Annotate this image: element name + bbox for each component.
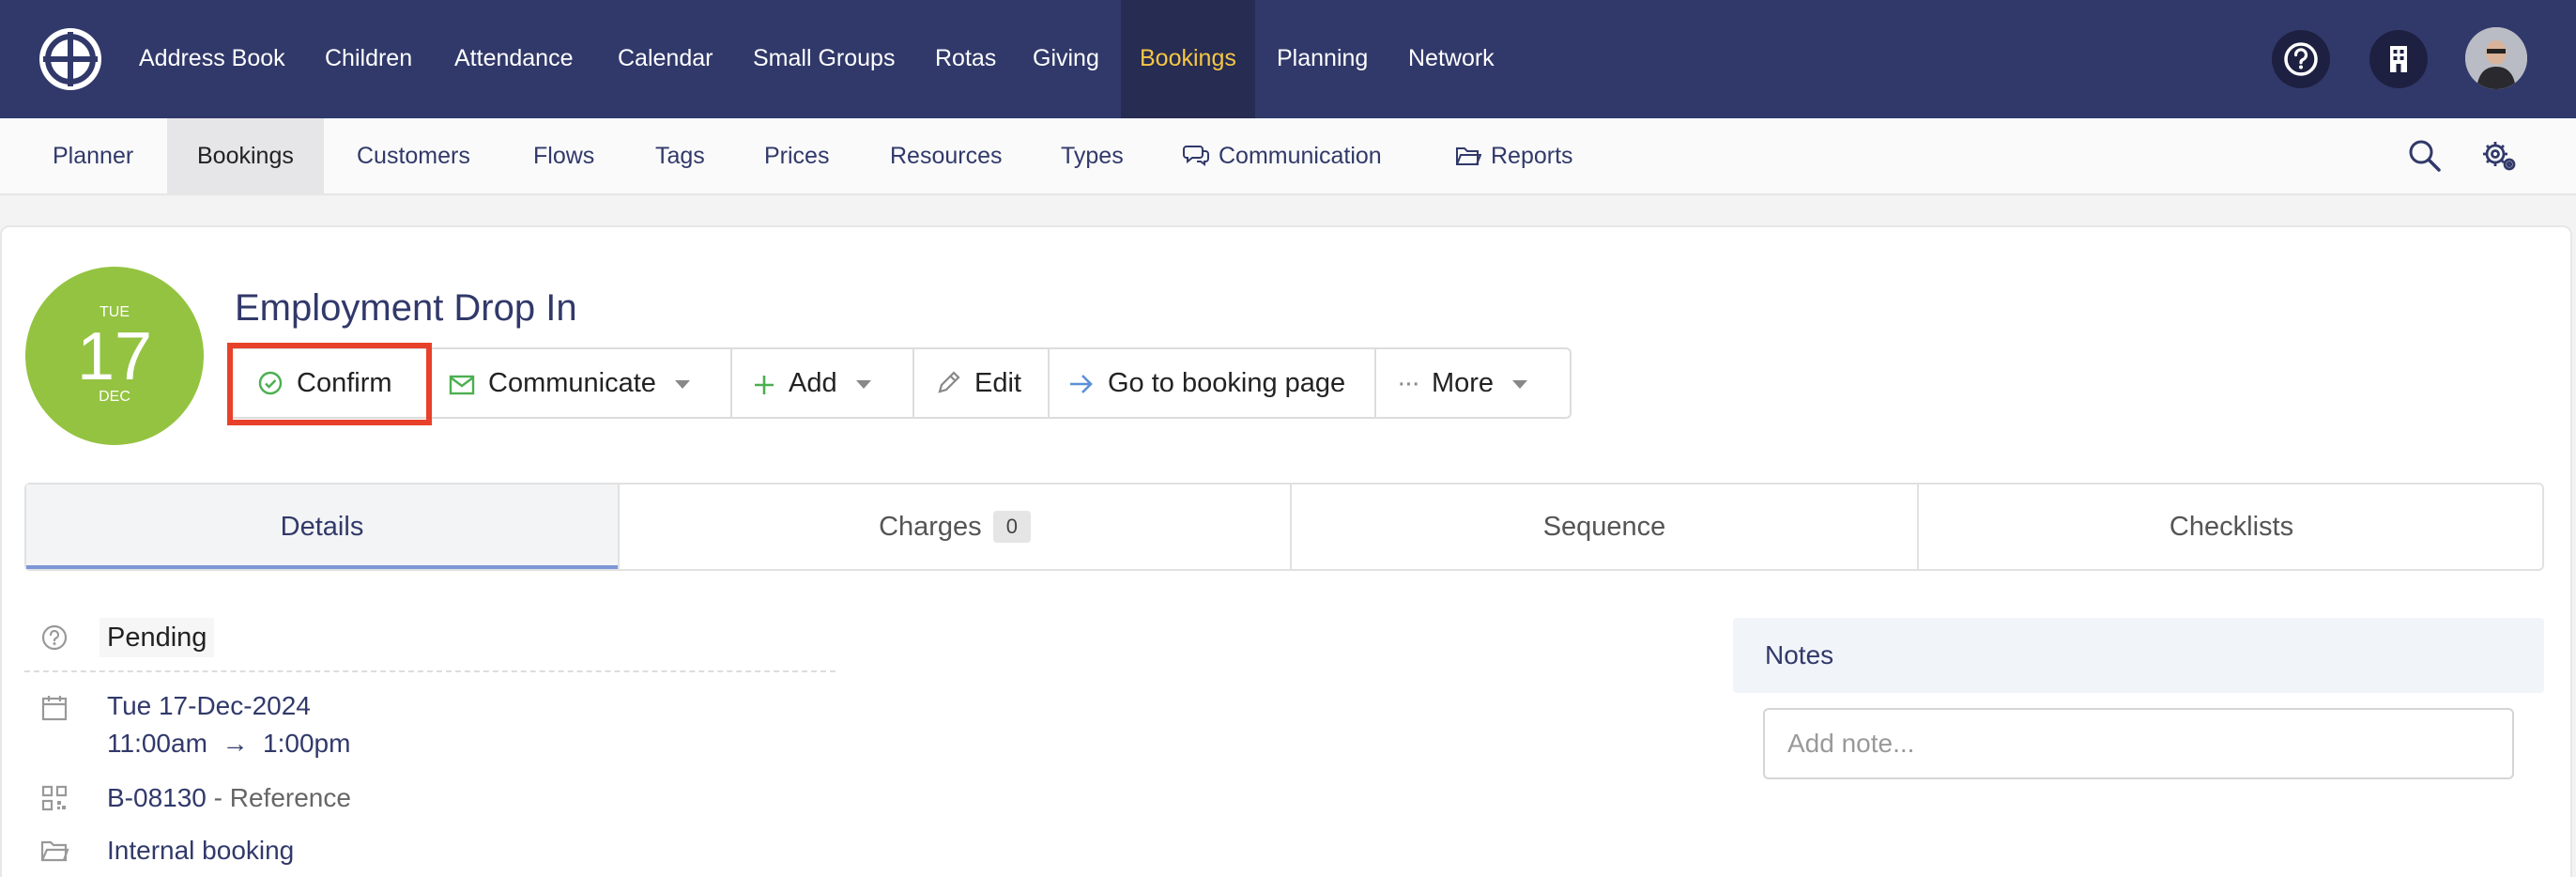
nav-bookings[interactable]: Bookings bbox=[1121, 0, 1255, 118]
tab-charges[interactable]: Charges 0 bbox=[618, 485, 1290, 569]
arrow-right-icon bbox=[1070, 375, 1093, 393]
tab-sequence[interactable]: Sequence bbox=[1290, 485, 1917, 569]
help-icon[interactable] bbox=[2272, 30, 2330, 88]
nav-small-groups[interactable]: Small Groups bbox=[753, 0, 895, 118]
status-badge: Pending bbox=[100, 618, 215, 657]
nav-address-book[interactable]: Address Book bbox=[139, 0, 285, 118]
booking-time: 11:00am → 1:00pm bbox=[107, 729, 351, 758]
confirm-highlight-box bbox=[227, 343, 432, 425]
qr-code-icon bbox=[41, 785, 68, 811]
date-day: 17 bbox=[76, 319, 153, 394]
chevron-down-icon bbox=[674, 380, 690, 389]
more-button[interactable]: ··· More bbox=[1374, 349, 1572, 417]
divider bbox=[24, 670, 836, 672]
pencil-icon bbox=[938, 371, 960, 393]
chat-icon bbox=[1183, 146, 1209, 166]
add-button[interactable]: Add bbox=[730, 349, 912, 417]
subnav-flows[interactable]: Flows bbox=[533, 118, 594, 193]
nav-giving[interactable]: Giving bbox=[1033, 0, 1099, 118]
date-month: DEC bbox=[99, 389, 130, 405]
subnav-planner[interactable]: Planner bbox=[53, 118, 133, 193]
charges-count-badge: 0 bbox=[992, 511, 1031, 543]
calendar-icon bbox=[41, 696, 68, 721]
chevron-down-icon bbox=[1512, 380, 1528, 389]
booking-reference: B-08130 - Reference bbox=[107, 783, 351, 812]
chevron-down-icon bbox=[855, 380, 871, 389]
tab-details[interactable]: Details bbox=[26, 485, 618, 569]
edit-button[interactable]: Edit bbox=[912, 349, 1048, 417]
subnav-types[interactable]: Types bbox=[1061, 118, 1124, 193]
booking-date[interactable]: Tue 17-Dec-2024 bbox=[107, 691, 311, 721]
folder-icon bbox=[1456, 147, 1482, 165]
subnav-communication[interactable]: Communication bbox=[1183, 118, 1382, 193]
booking-type-link[interactable]: Internal booking bbox=[107, 836, 294, 866]
nav-calendar[interactable]: Calendar bbox=[618, 0, 713, 118]
booking-title: Employment Drop In bbox=[235, 287, 577, 329]
nav-rotas[interactable]: Rotas bbox=[935, 0, 996, 118]
notes-panel-header: Notes bbox=[1733, 618, 2544, 693]
top-navbar: Address Book Children Attendance Calenda… bbox=[0, 0, 2576, 118]
search-icon[interactable] bbox=[2406, 137, 2444, 175]
tab-checklists[interactable]: Checklists bbox=[1917, 485, 2544, 569]
plus-icon bbox=[755, 376, 774, 394]
date-badge: TUE 17 DEC bbox=[25, 267, 204, 445]
subnav-reports[interactable]: Reports bbox=[1455, 118, 1573, 193]
nav-planning[interactable]: Planning bbox=[1277, 0, 1368, 118]
subnav-resources[interactable]: Resources bbox=[890, 118, 1003, 193]
communicate-button[interactable]: Communicate bbox=[430, 349, 730, 417]
folder-icon bbox=[40, 840, 69, 862]
envelope-icon bbox=[449, 375, 475, 395]
go-to-booking-page-button[interactable]: Go to booking page bbox=[1048, 349, 1374, 417]
notes-title: Notes bbox=[1765, 640, 1834, 669]
more-dots-icon: ··· bbox=[1397, 368, 1420, 398]
building-icon[interactable] bbox=[2369, 30, 2428, 88]
nav-network[interactable]: Network bbox=[1408, 0, 1495, 118]
subnav-prices[interactable]: Prices bbox=[764, 118, 829, 193]
nav-children[interactable]: Children bbox=[325, 0, 412, 118]
sub-navbar: Planner Bookings Customers Flows Tags Pr… bbox=[0, 118, 2576, 195]
user-avatar[interactable] bbox=[2465, 27, 2527, 89]
nav-attendance[interactable]: Attendance bbox=[454, 0, 574, 118]
question-circle-icon bbox=[41, 624, 68, 651]
booking-tabs: Details Charges 0 Sequence Checklists bbox=[24, 483, 2544, 571]
subnav-bookings[interactable]: Bookings bbox=[167, 118, 324, 193]
logo-icon[interactable] bbox=[38, 26, 103, 92]
subnav-tags[interactable]: Tags bbox=[655, 118, 705, 193]
gear-icon[interactable] bbox=[2480, 137, 2518, 175]
subnav-customers[interactable]: Customers bbox=[357, 118, 470, 193]
add-note-input[interactable] bbox=[1763, 708, 2514, 779]
